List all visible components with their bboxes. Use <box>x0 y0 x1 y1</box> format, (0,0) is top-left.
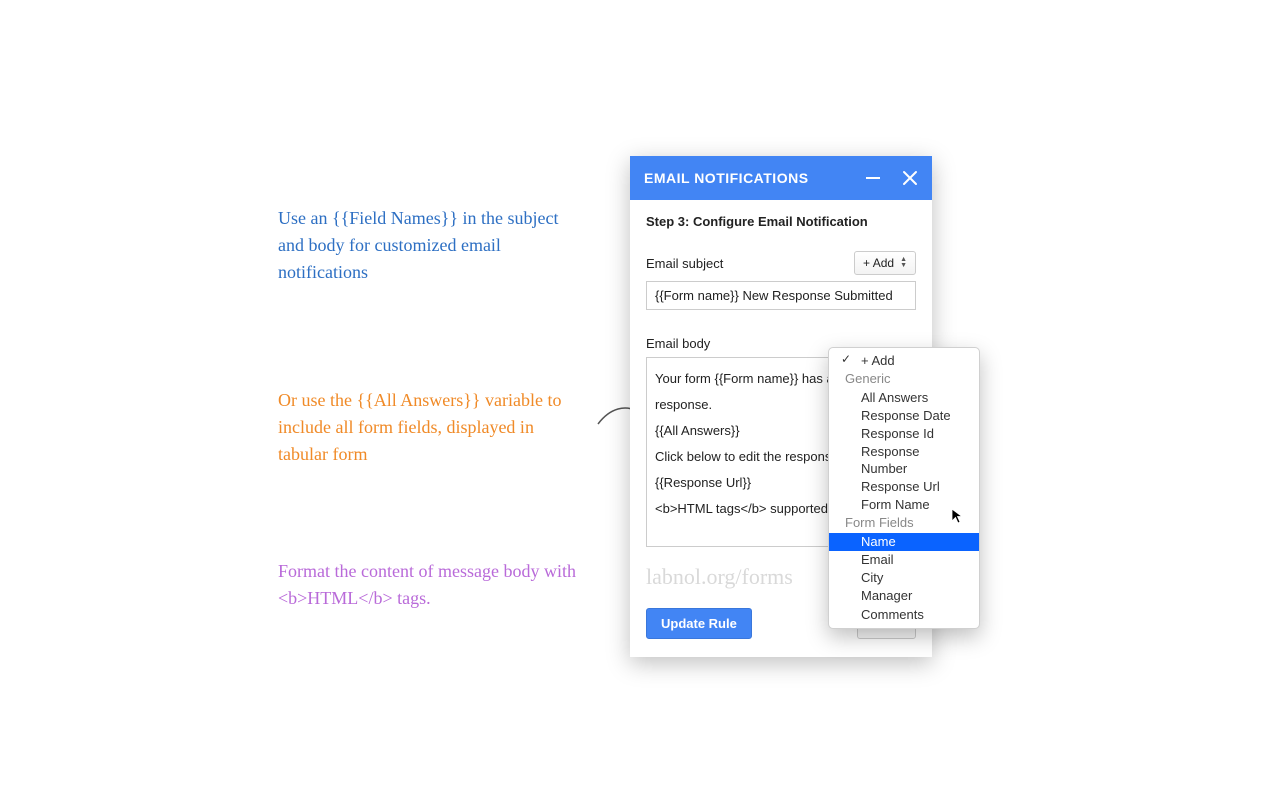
dropdown-item-comments[interactable]: Comments <box>829 606 979 624</box>
dropdown-item-response-number[interactable]: Response Number <box>829 443 979 478</box>
dropdown-header-generic: Generic <box>829 370 979 388</box>
add-button-label: + Add <box>863 256 894 270</box>
dialog-titlebar[interactable]: EMAIL NOTIFICATIONS <box>630 156 932 200</box>
dropdown-item-manager[interactable]: Manager <box>829 587 979 605</box>
dropdown-item-response-date[interactable]: Response Date <box>829 407 979 425</box>
dropdown-item-name[interactable]: Name <box>829 533 979 551</box>
dialog-title: EMAIL NOTIFICATIONS <box>644 170 809 186</box>
step-heading: Step 3: Configure Email Notification <box>646 214 916 229</box>
close-icon[interactable] <box>902 170 918 186</box>
stepper-icon: ▲▼ <box>900 257 907 269</box>
add-variable-subject-button[interactable]: + Add ▲▼ <box>854 251 916 275</box>
annotation-html-tags: Format the content of message body with … <box>278 558 588 612</box>
minimize-icon[interactable] <box>866 177 880 179</box>
cursor-icon <box>951 508 967 524</box>
annotation-field-names: Use an {{Field Names}} in the subject an… <box>278 205 588 286</box>
annotation-all-answers: Or use the {{All Answers}} variable to i… <box>278 387 588 468</box>
subject-label: Email subject <box>646 256 723 271</box>
add-variable-dropdown[interactable]: + Add Generic All Answers Response Date … <box>828 347 980 629</box>
dropdown-item-city[interactable]: City <box>829 569 979 587</box>
body-label: Email body <box>646 336 710 351</box>
dropdown-item-add[interactable]: + Add <box>829 352 979 370</box>
dropdown-item-response-id[interactable]: Response Id <box>829 425 979 443</box>
dropdown-item-response-url[interactable]: Response Url <box>829 478 979 496</box>
dropdown-item-all-answers[interactable]: All Answers <box>829 389 979 407</box>
subject-input[interactable] <box>646 281 916 310</box>
update-rule-button[interactable]: Update Rule <box>646 608 752 639</box>
dropdown-item-email[interactable]: Email <box>829 551 979 569</box>
